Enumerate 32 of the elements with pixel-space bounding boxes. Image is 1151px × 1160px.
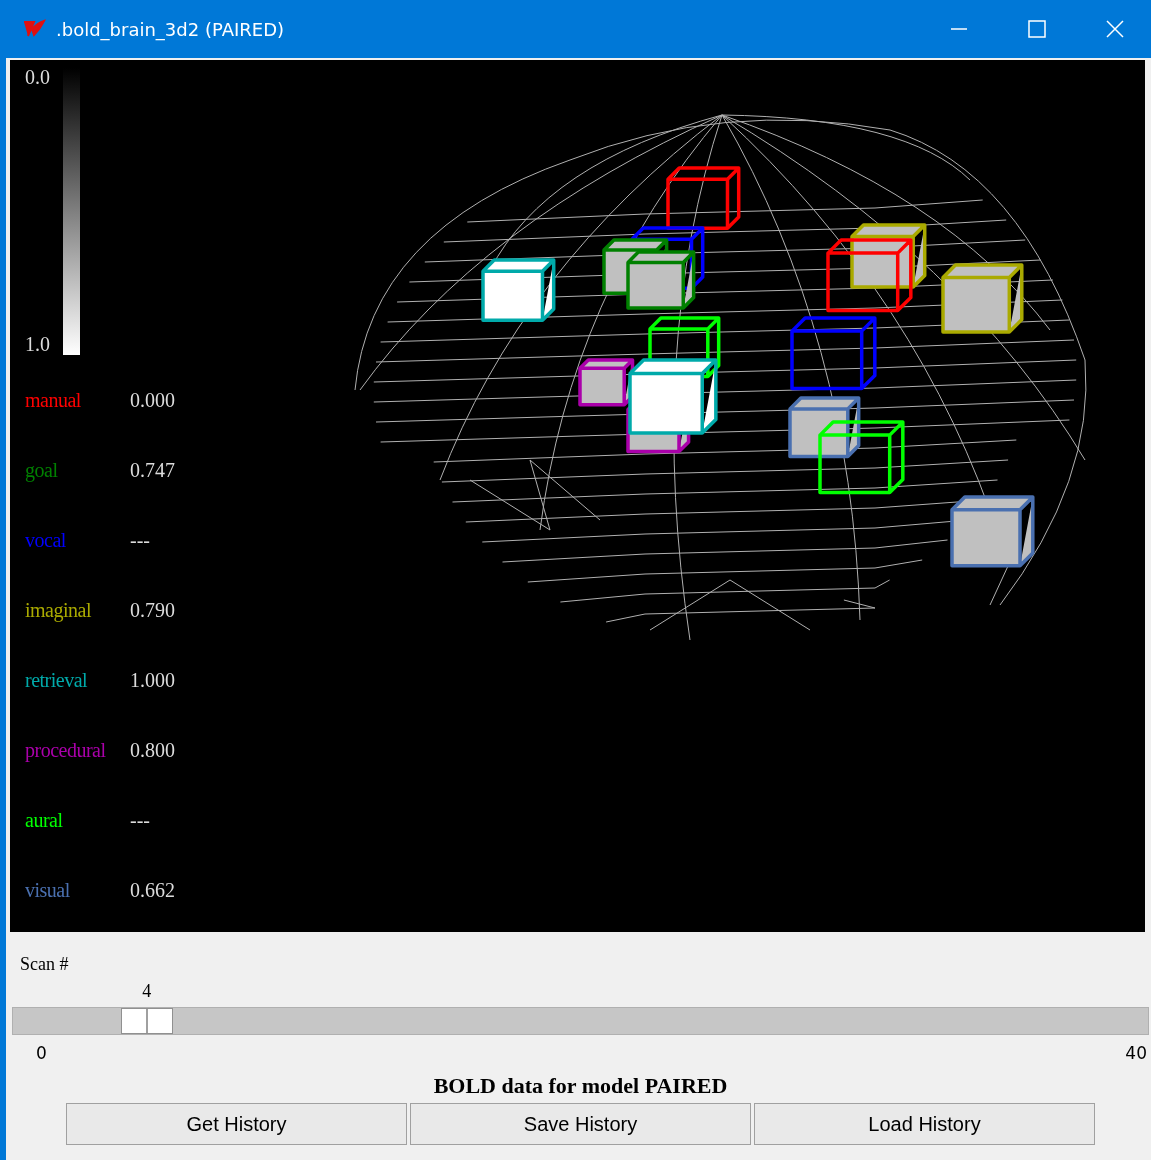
- module-value: 0.000: [130, 389, 175, 413]
- module-value: ---: [130, 529, 150, 553]
- slider-value: 4: [142, 981, 152, 1002]
- history-button[interactable]: Save History: [410, 1103, 751, 1145]
- module-value: ---: [130, 809, 150, 833]
- slider-thumb[interactable]: [121, 1008, 174, 1034]
- maximize-icon[interactable]: [1027, 19, 1047, 39]
- module-value: 0.662: [130, 879, 175, 903]
- history-button[interactable]: Load History: [754, 1103, 1095, 1145]
- window-title: .bold_brain_3d2 (PAIRED): [56, 18, 284, 40]
- slider-min-label: 0: [36, 1043, 47, 1063]
- module-value: 0.790: [130, 599, 175, 623]
- caption: BOLD data for model PAIRED: [432, 1073, 729, 1099]
- close-icon[interactable]: [1105, 19, 1125, 39]
- history-button[interactable]: Get History: [66, 1103, 407, 1145]
- module-name: retrieval: [25, 669, 89, 693]
- module-name: manual: [25, 389, 82, 413]
- module-name: imaginal: [25, 599, 92, 623]
- module-name: vocal: [25, 529, 67, 553]
- feather-logo-icon: [22, 19, 46, 39]
- scale-min-label: 0.0: [25, 66, 51, 89]
- module-name: visual: [25, 879, 71, 903]
- module-value: 0.800: [130, 739, 175, 763]
- module-name: aural: [25, 809, 64, 833]
- scale-max-label: 1.0: [25, 333, 51, 356]
- module-name: goal: [25, 459, 59, 483]
- slider-max-label: 40: [1125, 1043, 1147, 1063]
- scan-label: Scan #: [19, 954, 69, 974]
- scan-slider[interactable]: [12, 1007, 1149, 1035]
- module-value: 0.747: [130, 459, 175, 483]
- module-name: procedural: [25, 739, 107, 763]
- module-value: 1.000: [130, 669, 175, 693]
